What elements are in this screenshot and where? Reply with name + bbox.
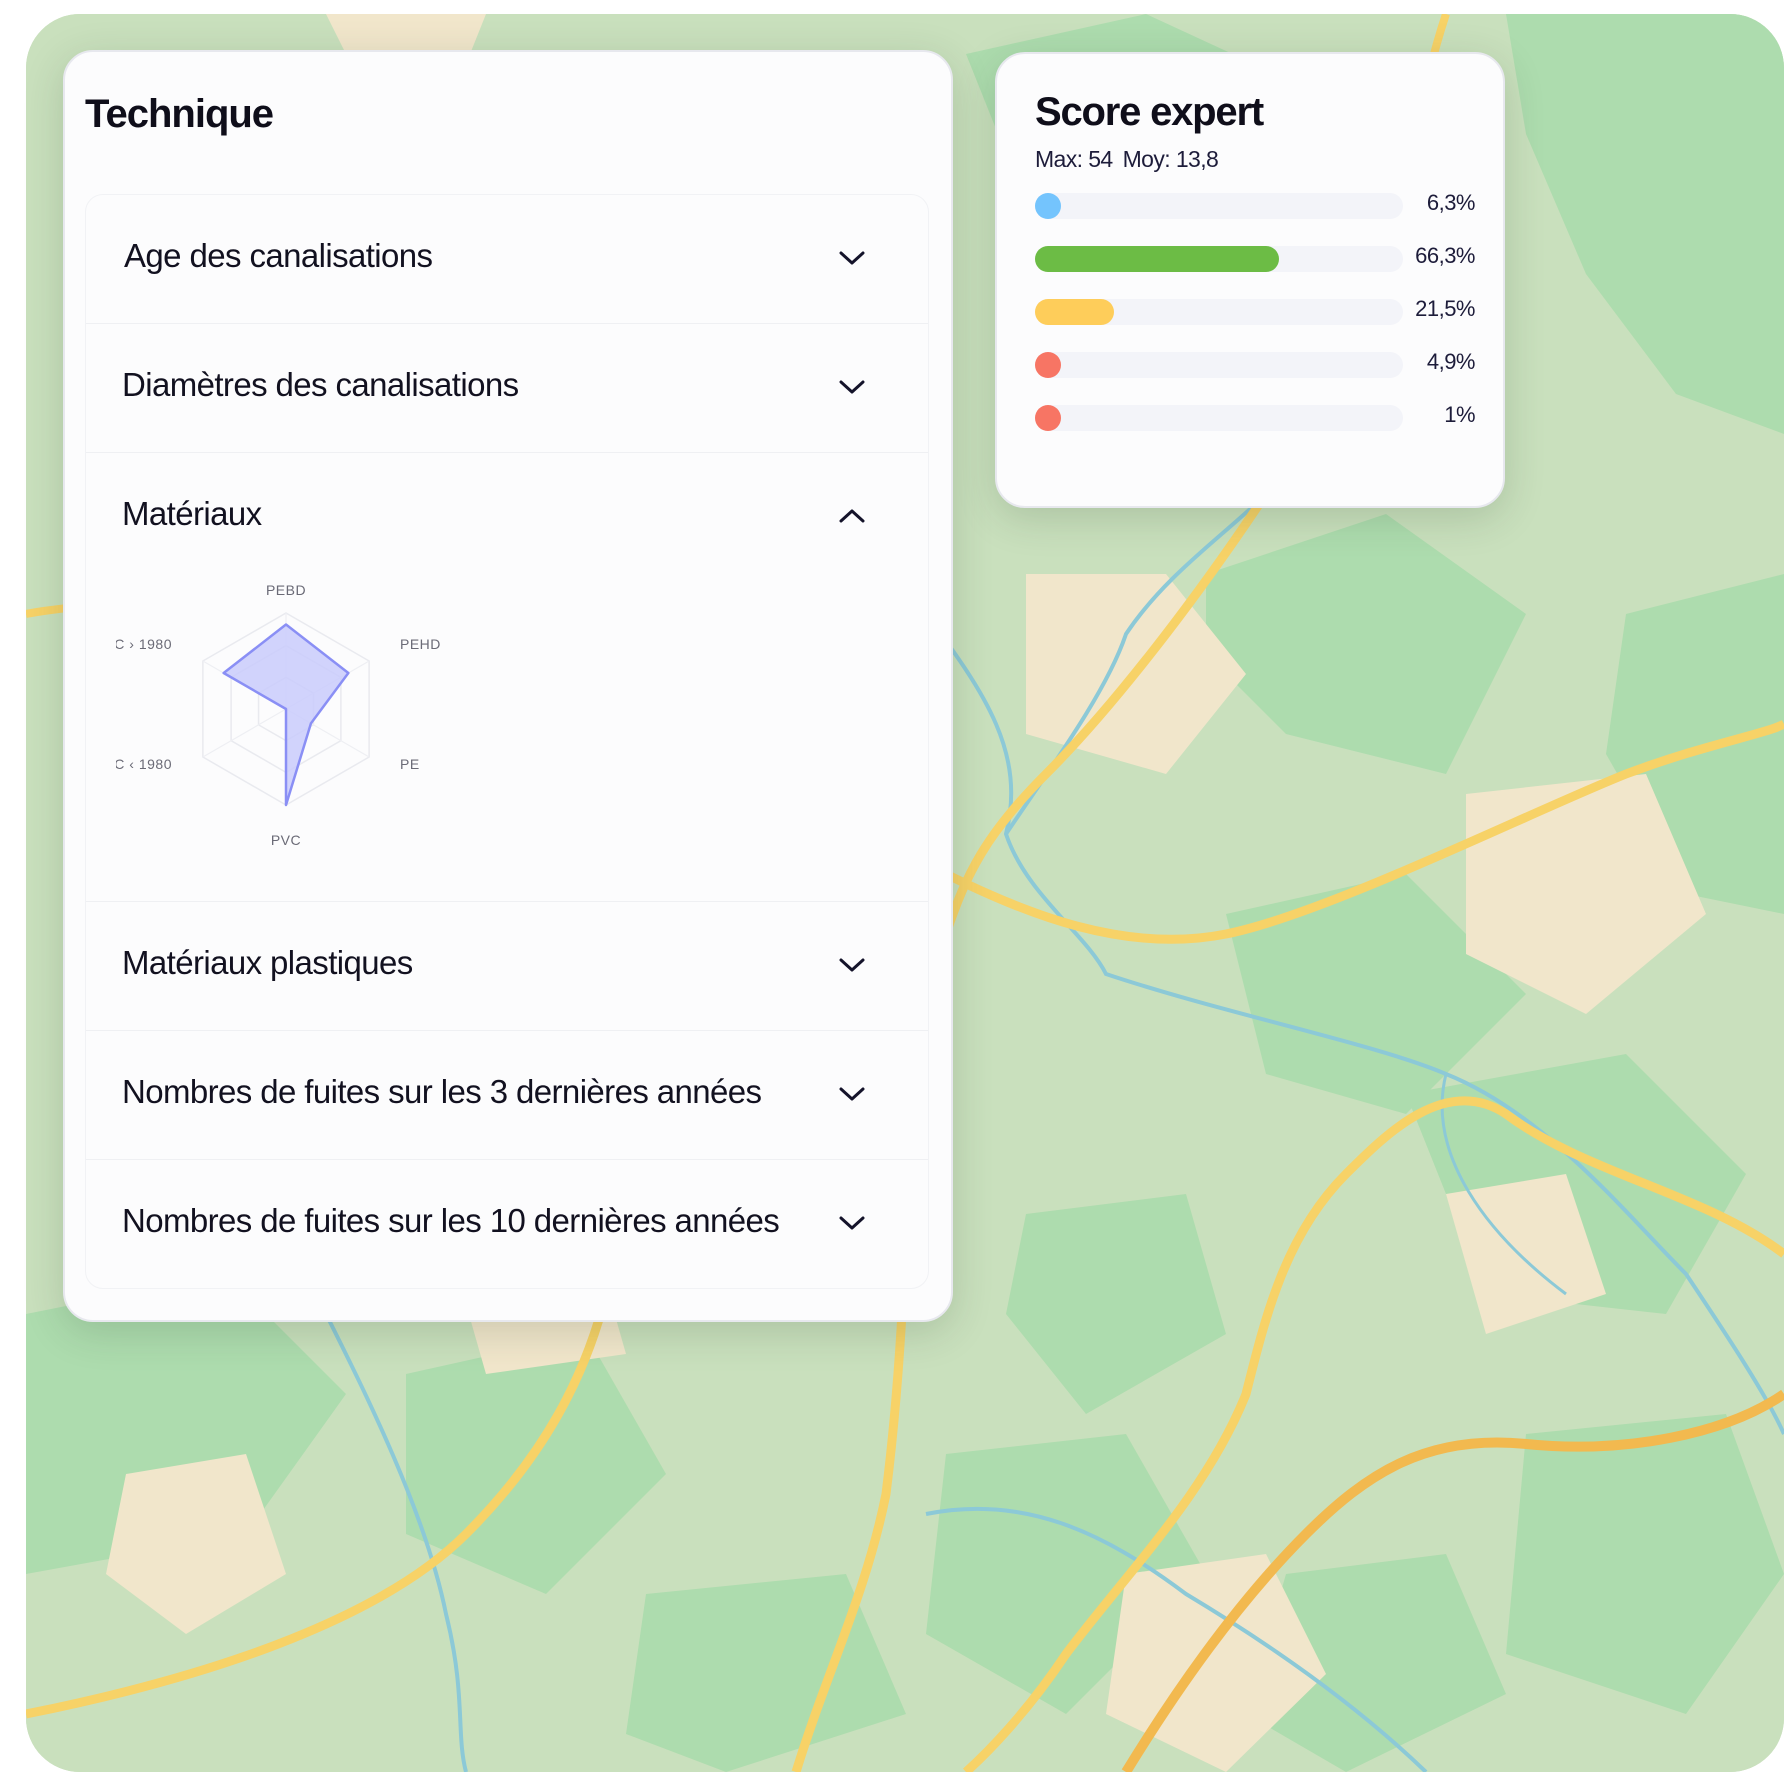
radar-axis-label: PVC ‹ 1980 <box>116 756 172 772</box>
score-stats: Max: 54 Moy: 13,8 <box>1035 146 1228 173</box>
accordion-item-fuites-10-ans[interactable]: Nombres de fuites sur les 10 dernières a… <box>86 1160 928 1288</box>
accordion-label: Matériaux <box>122 495 262 532</box>
radar-axis-label: PEHD <box>400 636 441 652</box>
chevron-up-icon[interactable] <box>838 507 866 525</box>
score-expert-panel: Score expert Max: 54 Moy: 13,8 6,3% 66,3% 2… <box>995 52 1505 508</box>
radar-axis-label: PEBD <box>266 582 306 598</box>
technique-panel: Technique Age des canalisations Diamètre… <box>63 50 953 1322</box>
score-bar-percent: 6,3% <box>1426 190 1476 215</box>
score-bar-percent: 4,9% <box>1426 349 1476 374</box>
panel-title: Technique <box>85 92 274 136</box>
accordion-item-diametres[interactable]: Diamètres des canalisations <box>86 324 928 453</box>
accordion-item-age[interactable]: Age des canalisations <box>86 195 928 324</box>
score-bar-fill <box>1035 299 1115 325</box>
accordion-label: Nombres de fuites sur les 3 dernières an… <box>122 1073 762 1110</box>
score-bar-track <box>1035 405 1403 431</box>
score-bar-track <box>1035 299 1403 325</box>
radar-data-area <box>222 623 350 807</box>
materials-radar-chart: PEBD PEHD PE PVC PVC ‹ 1980 PVC › 1980 <box>116 582 441 848</box>
score-bar-track <box>1035 352 1403 378</box>
score-bar-percent: 66,3% <box>1415 243 1475 268</box>
chevron-down-icon[interactable] <box>838 956 866 974</box>
panel-title: Score expert <box>1035 90 1264 134</box>
score-max: Max: 54 <box>1035 146 1113 172</box>
chevron-down-icon[interactable] <box>838 1085 866 1103</box>
score-bar-track <box>1035 193 1403 219</box>
chevron-down-icon[interactable] <box>838 249 866 267</box>
accordion-label: Diamètres des canalisations <box>122 366 519 403</box>
accordion-label: Age des canalisations <box>124 237 433 274</box>
score-bar-track <box>1035 246 1403 272</box>
accordion-item-fuites-3-ans[interactable]: Nombres de fuites sur les 3 dernières an… <box>86 1031 928 1160</box>
score-bar-fill <box>1035 405 1061 431</box>
score-bar-row: 4,9% <box>1035 349 1476 379</box>
score-bar-fill <box>1035 352 1061 378</box>
accordion-label: Matériaux plastiques <box>122 944 413 981</box>
score-average: Moy: 13,8 <box>1122 146 1219 172</box>
radar-axis-label: PVC › 1980 <box>116 636 172 652</box>
score-bar-row: 21,5% <box>1035 296 1475 326</box>
score-bar-fill <box>1035 246 1279 272</box>
score-bar-row: 66,3% <box>1035 243 1475 273</box>
score-bar-row: 6,3% <box>1035 190 1476 220</box>
accordion: Age des canalisations Diamètres des cana… <box>85 194 929 1289</box>
score-bar-fill <box>1035 193 1061 219</box>
score-bar-percent: 21,5% <box>1415 296 1475 321</box>
accordion-item-materiaux[interactable]: Matériaux PEBD PEHD PE PVC PVC ‹ 1980 PVC › 1… <box>86 453 928 902</box>
chevron-down-icon[interactable] <box>838 378 866 396</box>
accordion-label: Nombres de fuites sur les 10 dernières a… <box>122 1202 780 1239</box>
accordion-item-materiaux-plastiques[interactable]: Matériaux plastiques <box>86 902 928 1031</box>
score-bar-row: 1% <box>1035 402 1475 432</box>
chevron-down-icon[interactable] <box>838 1214 866 1232</box>
radar-axis-label: PVC <box>271 832 301 848</box>
radar-axis-label: PE <box>400 756 420 772</box>
score-bar-percent: 1% <box>1444 402 1475 427</box>
